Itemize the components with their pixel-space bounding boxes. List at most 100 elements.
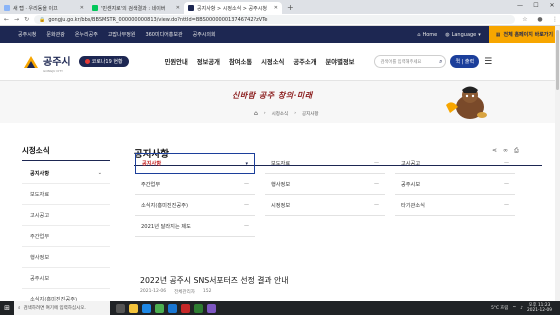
weather-status[interactable]: 5°C 흐림: [491, 305, 508, 311]
side-menu-item[interactable]: 주간업무: [22, 226, 110, 247]
category-label: 공지사항: [142, 161, 162, 167]
home-link[interactable]: ⌂ Home: [417, 32, 437, 38]
close-tab-icon[interactable]: ✕: [80, 5, 84, 11]
hamburger-menu-icon[interactable]: ☰: [484, 57, 492, 67]
nav-item[interactable]: 시정소식: [261, 57, 284, 66]
side-menu-item-notice[interactable]: 공지사항 ⌄: [22, 163, 110, 184]
search-icon[interactable]: ⌕: [439, 58, 442, 66]
windows-start-icon[interactable]: ⊞: [0, 304, 14, 312]
all-homepage-button[interactable]: ▦ 전체 홈페이지 바로가기: [488, 26, 560, 43]
nav-item[interactable]: 민원안내: [165, 57, 188, 66]
forward-icon[interactable]: →: [14, 16, 19, 23]
address-bar-row: ← → ↻ 🔒 gongju.go.kr/bbs/BBSMSTR_0000000…: [0, 14, 560, 26]
home-icon[interactable]: ⌂: [254, 110, 258, 117]
nav-item[interactable]: 참여소통: [229, 57, 252, 66]
browser-tab[interactable]: 새 탭 · 우리동을 이끄 ✕: [0, 2, 88, 14]
word-icon[interactable]: [168, 303, 177, 313]
site-logo[interactable]: 공주시 GONGJU CITY: [22, 50, 71, 73]
powerpoint-icon[interactable]: [181, 303, 190, 313]
bookmark-star-icon[interactable]: ☆: [520, 16, 530, 23]
nav-item[interactable]: 공주소개: [293, 57, 316, 66]
close-tab-icon[interactable]: ✕: [176, 5, 180, 11]
taskbar-search-placeholder: 검색하려면 여기에 입력하십시오.: [23, 306, 86, 311]
scrollbar-thumb[interactable]: [556, 30, 559, 90]
top-link[interactable]: 문화관광: [46, 31, 64, 38]
browser-tab[interactable]: '민센지로'의 검색결과 : 네이버 ✕: [88, 2, 184, 14]
category-item[interactable]: 2021년 달라지는 제도 —: [135, 216, 255, 237]
maximize-icon[interactable]: ☐: [528, 0, 544, 12]
profile-icon[interactable]: ●: [535, 16, 545, 23]
category-item[interactable]: 시정정보 —: [265, 195, 385, 216]
breadcrumb-item[interactable]: 시정소식: [272, 111, 289, 117]
dash-icon: —: [504, 181, 509, 187]
category-item[interactable]: 주간업무 —: [135, 174, 255, 195]
favicon-icon: [4, 5, 10, 11]
top-link[interactable]: 고맙나무정원: [108, 31, 136, 38]
excel-icon[interactable]: [194, 303, 203, 313]
side-menu-item[interactable]: 행사정보: [22, 247, 110, 268]
clock-date: 2021-12-09: [527, 308, 552, 313]
category-item[interactable]: 보도자료 —: [265, 153, 385, 174]
top-link[interactable]: 360미디어홍보관: [145, 31, 182, 38]
category-label: 공주시보: [401, 181, 421, 188]
browser-menu-icon[interactable]: ⋮: [550, 16, 560, 23]
nav-item[interactable]: 정보공개: [197, 57, 220, 66]
category-grid: 공지사항 ▾ 보도자료 — 고시공고 — 주간업무 — 행사정보 — 공주시보 — 소식지(…: [135, 153, 535, 237]
grid-icon: ▦: [495, 31, 501, 38]
breadcrumb-item[interactable]: 공지사항: [302, 111, 319, 117]
network-icon[interactable]: ⌔: [512, 305, 516, 311]
file-explorer-icon[interactable]: [129, 303, 138, 313]
side-menu-label: 보도자료: [30, 191, 50, 198]
system-tray: 5°C 흐림 ⌔ ♪ 오후 11:23 2021-12-09: [491, 303, 560, 313]
side-menu-item[interactable]: 고시공고: [22, 205, 110, 226]
category-label: 주간업무: [141, 181, 161, 188]
side-menu-item[interactable]: 보도자료: [22, 184, 110, 205]
reload-icon[interactable]: ↻: [24, 16, 29, 23]
top-link[interactable]: 공주시청: [18, 31, 36, 38]
category-label: 시정정보: [271, 202, 291, 209]
dash-icon: —: [504, 202, 509, 208]
address-bar[interactable]: 🔒 gongju.go.kr/bbs/BBSMSTR_000000000813/…: [34, 15, 515, 24]
category-item[interactable]: 공주시보 —: [395, 174, 515, 195]
chrome-icon[interactable]: [155, 303, 164, 313]
close-window-icon[interactable]: ✕: [544, 0, 560, 12]
mascot-illustration: [446, 86, 487, 119]
volume-icon[interactable]: ♪: [520, 306, 523, 311]
side-menu-label: 행사정보: [30, 254, 50, 261]
browser-tab-active[interactable]: 공지사항 > 시정소식 > 공주시청 ✕: [184, 2, 282, 14]
covid-status-button[interactable]: 코로나19 현황: [78, 56, 129, 67]
dash-icon: —: [374, 181, 379, 187]
new-tab-button[interactable]: +: [282, 2, 299, 14]
top-link[interactable]: 온누리공주: [75, 31, 98, 38]
chevron-right-icon: ›: [294, 111, 296, 116]
taskbar-search-input[interactable]: ⌕ 검색하려면 여기에 입력하십시오.: [14, 301, 110, 315]
top-link[interactable]: 공주시의회: [193, 31, 216, 38]
app-icon[interactable]: [207, 303, 216, 313]
search-input[interactable]: 검색어를 입력해주세요 ⌕: [374, 55, 447, 68]
category-item[interactable]: 행사정보 —: [265, 174, 385, 195]
logo-subtitle: GONGJU CITY: [43, 69, 63, 73]
side-menu-item[interactable]: 공주시보: [22, 268, 110, 289]
close-tab-icon[interactable]: ✕: [274, 5, 278, 11]
back-icon[interactable]: ←: [4, 16, 9, 23]
content-area: 시정소식 공지사항 ⌄ 보도자료 고시공고 주간업무 행사정보 공주시보 소식지(…: [0, 123, 560, 310]
clock[interactable]: 오후 11:23 2021-12-09: [527, 303, 552, 313]
language-label: Language: [451, 31, 477, 38]
nav-item[interactable]: 분야별정보: [326, 57, 355, 66]
side-menu-label: 주간업무: [30, 233, 50, 240]
language-selector[interactable]: ◍ Language ▾: [445, 32, 481, 38]
category-dropdown-notice[interactable]: 공지사항 ▾: [135, 153, 255, 174]
post-title[interactable]: 2022년 공주시 SNS서포터즈 선정 결과 안내: [140, 275, 288, 286]
quick-menu-button[interactable]: 퀵 | 출력: [450, 55, 480, 68]
category-item[interactable]: 소식지(흥미진진공주) —: [135, 195, 255, 216]
category-item[interactable]: 타기관소식 —: [395, 195, 515, 216]
browser-tab-title: '민센지로'의 검색결과 : 네이버: [101, 5, 166, 12]
category-item[interactable]: 고시공고 —: [395, 153, 515, 174]
covid-label: 코로나19 현황: [91, 59, 123, 65]
minimize-icon[interactable]: —: [512, 0, 528, 12]
category-label: 행사정보: [271, 181, 291, 188]
edge-icon[interactable]: [142, 303, 151, 313]
category-label: 2021년 달라지는 제도: [141, 223, 191, 230]
task-view-icon[interactable]: [116, 303, 125, 313]
slogan-text: 신바람 공주 창의·미래: [232, 90, 313, 100]
